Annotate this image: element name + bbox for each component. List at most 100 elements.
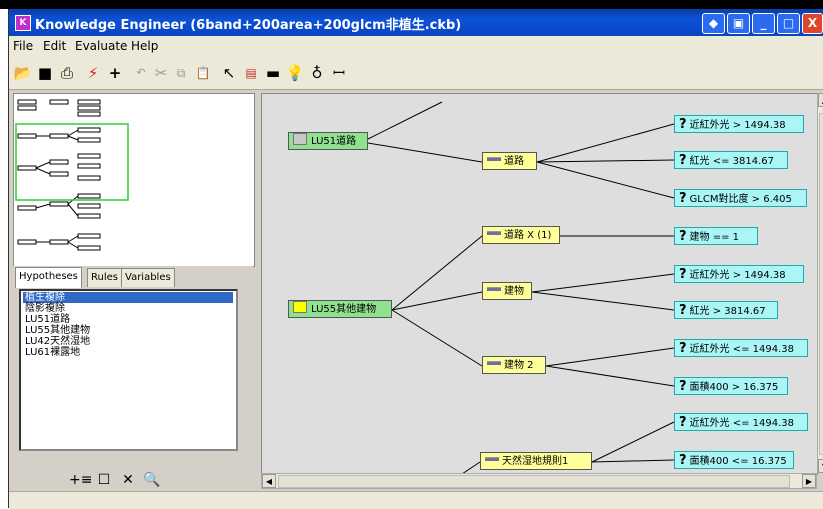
condition-node[interactable]: ? GLCM對比度 > 6.405 <box>674 189 807 207</box>
question-icon: ? <box>679 303 687 318</box>
menu-file[interactable]: File <box>13 39 33 53</box>
tab-strip: Hypotheses Rules Variables <box>13 266 253 288</box>
frame-icon[interactable]: ☐ <box>93 469 115 491</box>
screen-top-edge <box>0 0 823 9</box>
hypothesis-node-lu51[interactable]: LU51道路 <box>288 132 368 150</box>
rule-node-road-x[interactable]: 道路 X (1) <box>482 226 560 244</box>
rule-icon <box>487 361 501 365</box>
node-label: 近紅外光 <= 1494.38 <box>689 418 795 429</box>
tab-rules[interactable]: Rules <box>87 268 122 287</box>
list-item[interactable]: LU55其他建物 <box>23 325 233 336</box>
list-item[interactable]: LU42天然湿地 <box>23 336 233 347</box>
undo-icon[interactable]: ↶ <box>131 63 151 83</box>
crosshair-icon[interactable]: + <box>105 63 125 83</box>
bulb-alt-icon[interactable]: ♁ <box>307 63 327 83</box>
variable-icon[interactable]: ꟷ <box>329 63 349 83</box>
rule-node-wetland[interactable]: 天然湿地規則1 <box>480 452 592 470</box>
toolbar: 📂 ■ ⎙ ⚡ + ↶ ✂ ⧉ 📋 ↖ ▤ ▬ 💡 ♁ ꟷ <box>9 57 823 90</box>
question-icon: ? <box>679 453 687 468</box>
rule-node-road[interactable]: 道路 <box>482 152 537 170</box>
rule-node-building[interactable]: 建物 <box>482 282 532 300</box>
window-title: Knowledge Engineer (6band+200area+200glc… <box>35 18 462 33</box>
minimize-button[interactable]: _ <box>752 13 775 34</box>
node-label: 建物 == 1 <box>689 232 740 243</box>
list-item[interactable]: 陰影複除 <box>23 303 233 314</box>
node-label: 建物 2 <box>504 360 534 371</box>
close-button[interactable]: X <box>802 13 823 34</box>
list-item[interactable]: 植生複除 <box>23 292 233 303</box>
condition-node[interactable]: ? 紅光 <= 3814.67 <box>674 151 788 169</box>
pointer-icon[interactable]: ↖ <box>219 63 239 83</box>
node-label: 建物 <box>504 286 524 297</box>
scroll-left-icon[interactable]: ◀ <box>262 474 276 488</box>
node-label: 近紅外光 > 1494.38 <box>689 270 786 281</box>
add-hypothesis-icon[interactable]: +≡ <box>69 469 92 491</box>
question-icon: ? <box>679 415 687 430</box>
node-color-swatch <box>293 133 307 145</box>
rule-node-building2[interactable]: 建物 2 <box>482 356 546 374</box>
rule-icon <box>487 157 501 161</box>
node-label: 面積400 <= 16.375 <box>689 456 787 467</box>
hypotheses-listbox[interactable]: 植生複除 陰影複除 LU51道路 LU55其他建物 LU42天然湿地 LU61裸… <box>19 289 238 451</box>
cut-icon[interactable]: ✂ <box>151 63 171 83</box>
menu-bar: File Edit Evaluate Help <box>9 36 823 57</box>
knowledge-tree-canvas[interactable]: LU51道路 LU55其他建物 道路 道路 X (1) 建物 建物 2 天然湿地… <box>261 93 818 475</box>
rule-icon <box>485 457 499 461</box>
find-icon[interactable]: 🔍 <box>141 469 163 491</box>
tab-variables[interactable]: Variables <box>121 268 175 287</box>
copy-icon[interactable]: ⧉ <box>171 63 191 83</box>
bulb-icon[interactable]: 💡 <box>285 63 305 83</box>
scroll-right-icon[interactable]: ▶ <box>802 474 816 488</box>
tile-icon[interactable]: ▣ <box>727 13 750 34</box>
node-label: 道路 X (1) <box>504 230 552 241</box>
scroll-thumb[interactable] <box>278 475 790 488</box>
condition-node[interactable]: ? 近紅外光 <= 1494.38 <box>674 413 808 431</box>
hypothesis-node-lu55[interactable]: LU55其他建物 <box>288 300 392 318</box>
rule-icon <box>487 231 501 235</box>
condition-node[interactable]: ? 建物 == 1 <box>674 227 758 245</box>
node-color-swatch <box>293 301 307 313</box>
node-label: 紅光 <= 3814.67 <box>689 156 775 167</box>
condition-node[interactable]: ? 近紅外光 <= 1494.38 <box>674 339 808 357</box>
rule-icon <box>487 287 501 291</box>
maximize-button[interactable]: □ <box>777 13 800 34</box>
save-icon[interactable]: ■ <box>35 63 55 83</box>
node-label: GLCM對比度 > 6.405 <box>689 194 792 205</box>
condition-node[interactable]: ? 近紅外光 > 1494.38 <box>674 115 804 133</box>
condition-node[interactable]: ? 面積400 <= 16.375 <box>674 451 794 469</box>
lightning-icon[interactable]: ⚡ <box>83 63 103 83</box>
node-label: 紅光 > 3814.67 <box>689 306 766 317</box>
scroll-thumb[interactable] <box>819 113 823 455</box>
overview-graph <box>15 99 129 251</box>
question-icon: ? <box>679 191 687 206</box>
title-bar[interactable]: K Knowledge Engineer (6band+200area+200g… <box>9 9 823 36</box>
restore-icon[interactable]: ◆ <box>702 13 725 34</box>
condition-node[interactable]: ? 面積400 > 16.375 <box>674 377 788 395</box>
tree-overview[interactable] <box>13 93 255 267</box>
scroll-down-icon[interactable]: ▼ <box>818 459 823 473</box>
menu-help[interactable]: Help <box>131 39 158 53</box>
tab-hypotheses[interactable]: Hypotheses <box>15 267 82 288</box>
question-icon: ? <box>679 117 687 132</box>
node-label: 道路 <box>504 156 524 167</box>
node-label: 近紅外光 <= 1494.38 <box>689 344 795 355</box>
scroll-up-icon[interactable]: ▲ <box>818 93 823 107</box>
rule-icon[interactable]: ▤ <box>241 63 261 83</box>
condition-node[interactable]: ? 近紅外光 > 1494.38 <box>674 265 804 283</box>
question-icon: ? <box>679 229 687 244</box>
list-item[interactable]: LU61裸露地 <box>23 347 233 358</box>
minus-icon[interactable]: ▬ <box>263 63 283 83</box>
node-label: 面積400 > 16.375 <box>689 382 779 393</box>
question-icon: ? <box>679 341 687 356</box>
vertical-scrollbar[interactable]: ▲ ▼ <box>817 93 823 473</box>
list-item[interactable]: LU51道路 <box>23 314 233 325</box>
print-icon[interactable]: ⎙ <box>57 63 77 83</box>
menu-edit[interactable]: Edit <box>43 39 66 53</box>
delete-icon[interactable]: ✕ <box>117 469 139 491</box>
node-label: 近紅外光 > 1494.38 <box>689 120 786 131</box>
open-icon[interactable]: 📂 <box>13 63 33 83</box>
paste-icon[interactable]: 📋 <box>193 63 213 83</box>
menu-evaluate[interactable]: Evaluate <box>75 39 127 53</box>
condition-node[interactable]: ? 紅光 > 3814.67 <box>674 301 778 319</box>
horizontal-scrollbar[interactable]: ◀ ▶ <box>261 473 817 489</box>
